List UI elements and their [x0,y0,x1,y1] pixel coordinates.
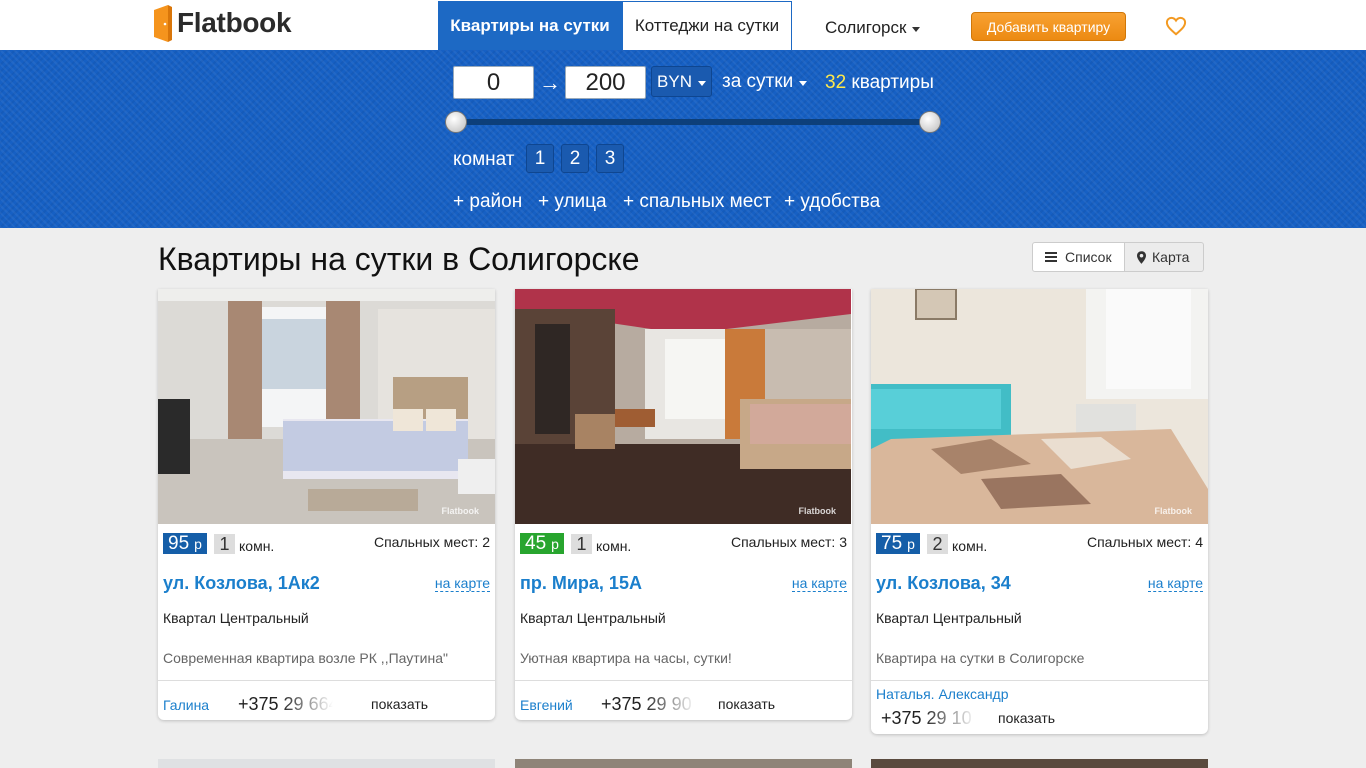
bedroom-photo-image [158,289,495,524]
listing-district: Квартал Центральный [876,610,1022,626]
beds-count: Спальных мест: 2 [373,534,490,550]
price-badge: 45 р [520,533,564,554]
city-selector[interactable]: Солигорск [825,18,921,38]
door-logo-icon [154,4,172,42]
listing-address-link[interactable]: ул. Козлова, 1Ак2 [163,573,320,594]
results-count-number: 32 [825,72,847,93]
listing-address-link[interactable]: пр. Мира, 15А [520,573,642,594]
listing-photo[interactable] [515,759,852,768]
show-on-map-link[interactable]: на карте [434,575,490,592]
listing-district: Квартал Центральный [163,610,309,626]
top-header: Flatbook Квартиры на сутки Коттеджи на с… [0,0,1366,50]
owner-name: Наталья. Александр [876,686,1009,702]
price-value: 45 [525,533,547,554]
caret-down-icon [697,80,706,86]
price-badge: 75 р [876,533,920,554]
phone-number: +375 29 664 [238,694,333,714]
owner-name: Евгений [520,697,573,713]
beds-count: Спальных мест: 3 [730,534,847,550]
price-badge: 95 р [163,533,207,554]
listing-address-link[interactable]: ул. Козлова, 34 [876,573,1011,594]
price-currency: р [194,536,202,552]
price-value: 95 [168,533,190,554]
price-slider-min-handle[interactable] [445,111,467,133]
view-map-button[interactable]: Карта [1125,242,1204,272]
caret-down-icon [912,27,921,32]
listing-photo[interactable]: Flatbook [871,289,1208,524]
rooms-badge: 2 [927,534,948,554]
photo-watermark: Flatbook [1154,506,1193,516]
photo-watermark: Flatbook [441,506,480,516]
view-map-label: Карта [1152,249,1190,265]
price-slider-max-handle[interactable] [919,111,941,133]
rooms-1-button[interactable]: 1 [526,144,554,173]
price-currency: р [551,536,559,552]
add-apartment-button[interactable]: Добавить квартиру [971,12,1126,41]
listing-description: Уютная квартира на часы, сутки! [520,650,732,666]
card-divider [515,680,852,681]
show-on-map-link[interactable]: на карте [791,575,847,592]
show-phone-button[interactable]: показать [718,696,775,712]
phone-number: +375 29 90 [601,694,692,714]
beds-count: Спальных мест: 4 [1086,534,1203,550]
rooms-suffix: комн. [239,538,275,554]
rooms-suffix: комн. [952,538,988,554]
map-pin-icon [1137,250,1146,264]
caret-down-icon [799,81,808,86]
list-icon [1045,252,1057,262]
view-toggle: Список Карта [1032,242,1204,272]
price-max-input[interactable]: 200 [565,66,646,99]
tab-apartments[interactable]: Квартиры на сутки [438,1,622,50]
rooms-badge: 1 [571,534,592,554]
page-title: Квартиры на сутки в Солигорске [158,241,640,277]
photo-watermark: Flatbook [798,506,837,516]
price-min-input[interactable]: 0 [453,66,534,99]
phone-number: +375 29 10 [881,708,972,728]
show-phone-button[interactable]: показать [998,710,1055,726]
listing-photo[interactable]: Flatbook [158,289,495,524]
rooms-2-button[interactable]: 2 [561,144,589,173]
card-divider [871,680,1208,681]
filter-street-link[interactable]: + улица [538,191,607,213]
tab-cottages[interactable]: Коттеджи на сутки [622,1,792,50]
period-label: за сутки [722,71,794,92]
logo-text: Flatbook [177,7,292,38]
listing-card[interactable]: Flatbook 45 р 1 комн. Спальных мест: 3 пр… [515,289,852,720]
listing-photo[interactable] [871,759,1208,768]
view-list-label: Список [1065,249,1112,265]
show-on-map-link[interactable]: на карте [1147,575,1203,592]
card-divider [158,680,495,681]
heart-icon[interactable] [1165,16,1187,36]
listing-description: Квартира на сутки в Солигорске [876,650,1085,666]
listing-district: Квартал Центральный [520,610,666,626]
price-currency: р [907,536,915,552]
rooms-suffix: комн. [596,538,632,554]
results-count-label: квартиры [851,72,934,93]
show-phone-button[interactable]: показать [371,696,428,712]
filter-district-link[interactable]: + район [453,191,522,213]
city-label: Солигорск [825,18,907,37]
listing-card[interactable]: Flatbook 95 р 1 комн. Спальных мест: 2 ул… [158,289,495,720]
bedroom-photo-image [871,289,1208,524]
rooms-label: комнат [453,149,515,170]
results-count: 32 квартиры [825,72,934,94]
listing-photo[interactable] [158,759,495,768]
flatbook-logo[interactable]: Flatbook [154,4,292,42]
listing-card[interactable]: Flatbook 75 р 2 комн. Спальных мест: 4 ул… [871,289,1208,734]
filter-beds-link[interactable]: + спальных мест [623,191,771,213]
listing-photo[interactable]: Flatbook [515,289,852,524]
view-list-button[interactable]: Список [1032,242,1125,272]
listing-description: Современная квартира возле РК ,,Паутина" [163,650,448,666]
owner-name: Галина [163,697,210,713]
period-dropdown[interactable]: за сутки [722,71,808,93]
range-arrow: → [539,70,561,95]
rooms-badge: 1 [214,534,235,554]
currency-dropdown[interactable]: BYN [651,66,712,97]
price-value: 75 [881,533,903,554]
price-slider-track[interactable] [456,119,930,125]
filter-amenities-link[interactable]: + удобства [784,191,880,213]
currency-label: BYN [657,71,692,91]
rooms-3-button[interactable]: 3 [596,144,624,173]
bedroom-photo-image [515,289,851,524]
